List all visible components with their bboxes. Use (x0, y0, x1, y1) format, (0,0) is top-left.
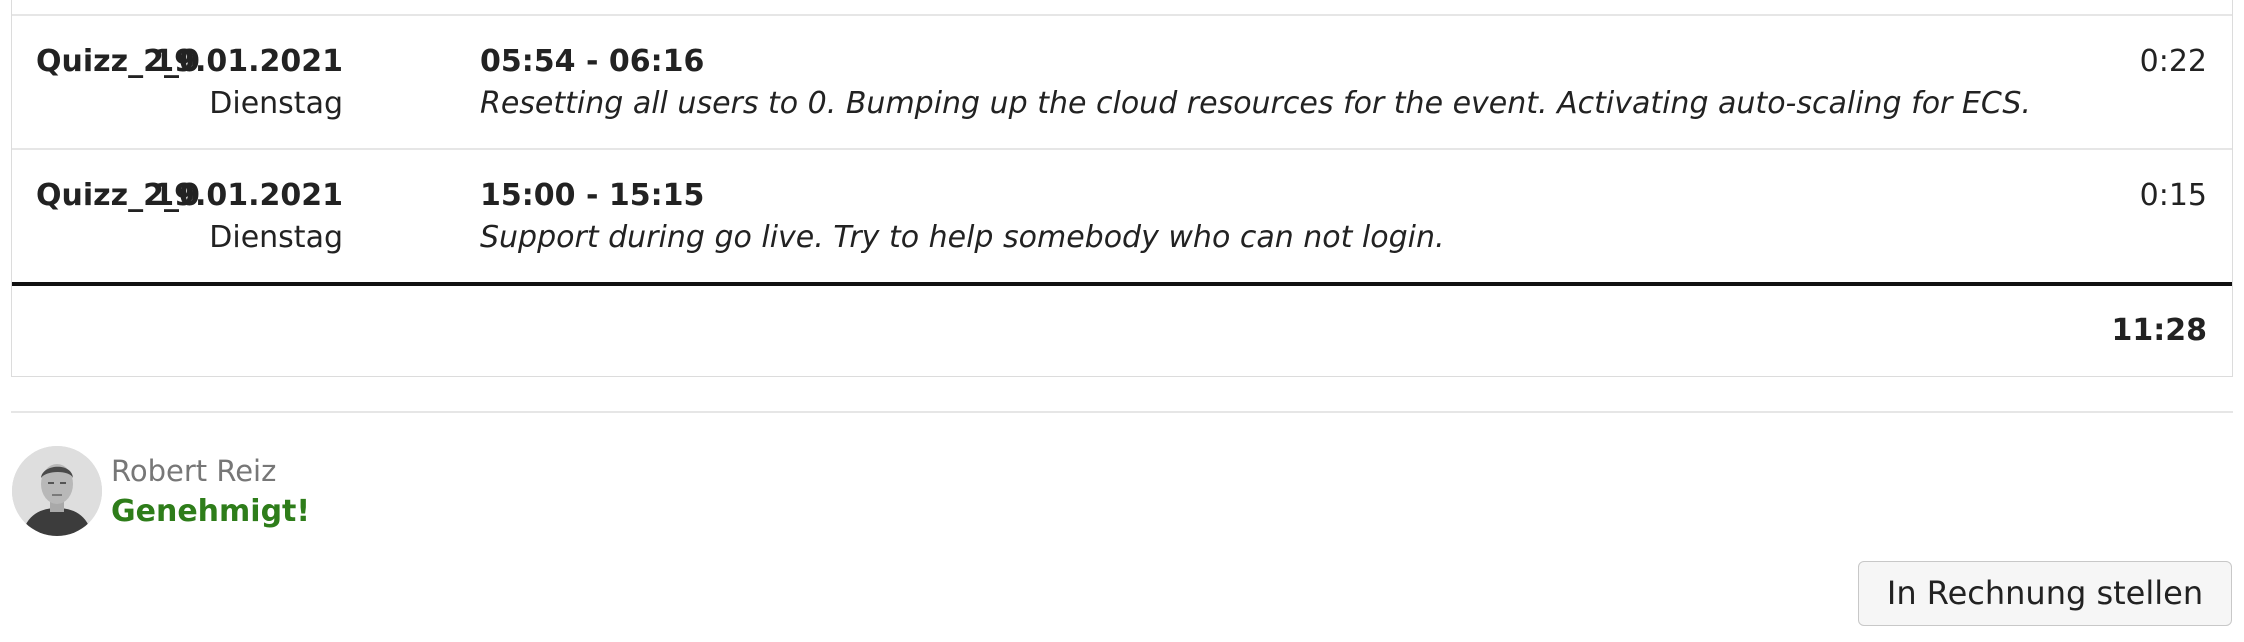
entry-time-range: 05:54 - 06:16 (480, 44, 705, 79)
avatar (12, 446, 102, 536)
approval-status: Genehmigt! (111, 494, 311, 529)
entry-duration: 0:22 (2139, 44, 2207, 79)
entry-duration: 0:15 (2139, 178, 2207, 213)
user-avatar-icon (12, 446, 102, 536)
time-entries-table: Quizz_2_0 19.01.2021 Dienstag 05:54 - 06… (11, 0, 2233, 377)
approver-name: Robert Reiz (111, 454, 277, 488)
entry-description: Support during go live. Try to help some… (480, 220, 1445, 255)
invoice-button[interactable]: In Rechnung stellen (1858, 561, 2232, 626)
entry-weekday: Dienstag (209, 86, 343, 121)
section-divider (11, 411, 2233, 413)
entry-date: 19.01.2021 (153, 44, 343, 79)
total-divider (12, 282, 2232, 286)
entry-description: Resetting all users to 0. Bumping up the… (480, 86, 2031, 121)
entry-time-range: 15:00 - 15:15 (480, 178, 705, 213)
entry-weekday: Dienstag (209, 220, 343, 255)
row-divider (12, 14, 2232, 16)
total-duration: 11:28 (2111, 313, 2208, 348)
entry-date: 19.01.2021 (153, 178, 343, 213)
row-divider (12, 148, 2232, 150)
